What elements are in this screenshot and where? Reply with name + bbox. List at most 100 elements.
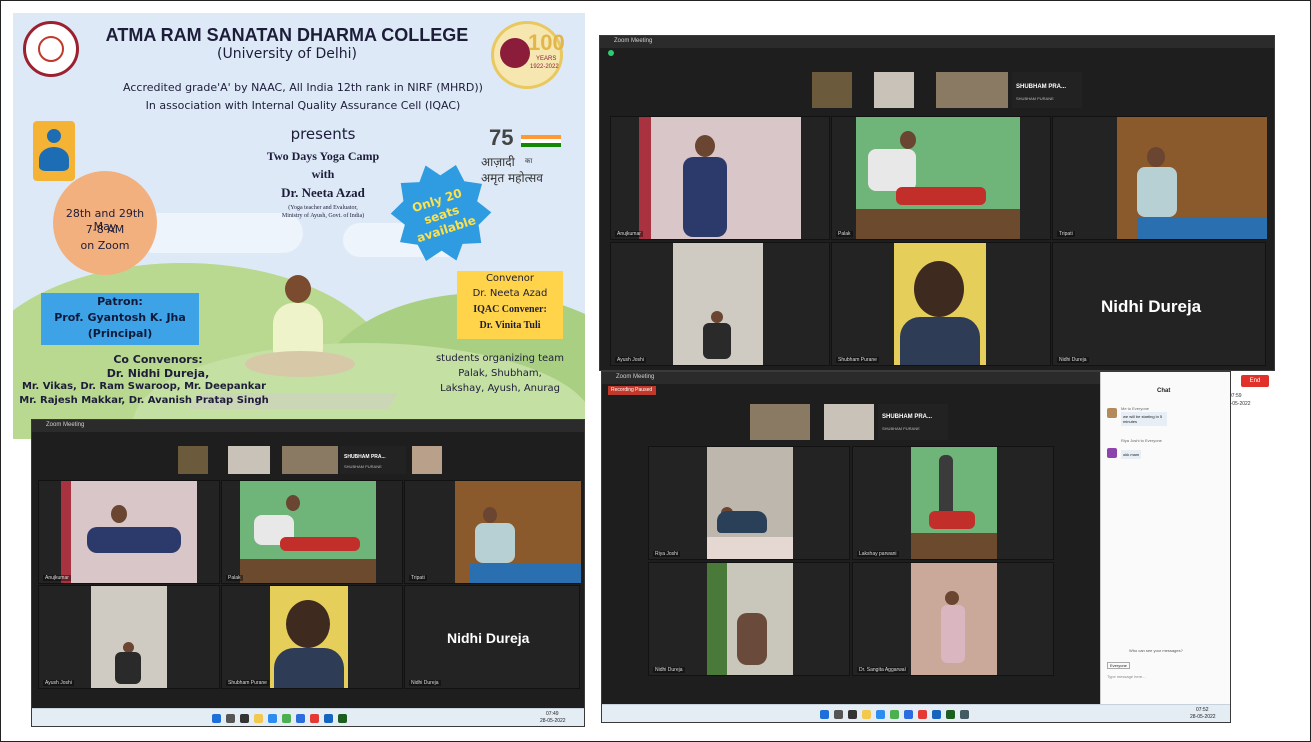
iqac-name: Dr. Vinita Tuli xyxy=(479,320,541,331)
centenary-logo: 100 YEARS 1922-2022 xyxy=(491,21,565,89)
edge-icon[interactable] xyxy=(268,714,277,723)
video-tile[interactable]: Palak xyxy=(221,480,403,584)
search-icon[interactable] xyxy=(226,714,235,723)
video-feed xyxy=(673,243,763,365)
logo-range: 1922-2022 xyxy=(530,64,559,70)
excel-icon[interactable] xyxy=(946,710,955,719)
curtain xyxy=(61,481,71,583)
chat-message: we will be starting in 5 minutes xyxy=(1121,412,1167,426)
video-tile[interactable]: Tripati xyxy=(404,480,581,584)
participant-thumb[interactable] xyxy=(812,72,852,108)
yoga-camp-poster: 100 YEARS 1922-2022 ATMA RAM SANATAN DHA… xyxy=(13,13,585,439)
app-icon[interactable] xyxy=(918,710,927,719)
tile-caption: Palak xyxy=(836,231,853,237)
person-head xyxy=(111,505,127,523)
video-tile[interactable]: Ayush Joshi xyxy=(610,242,830,366)
window-titlebar[interactable]: Zoom Meeting xyxy=(32,420,584,432)
strip-name: SHUBHAM PRA... xyxy=(344,454,386,460)
participant-thumb[interactable] xyxy=(750,404,810,440)
person-body xyxy=(900,317,980,365)
person-legs xyxy=(280,537,360,551)
participant-thumb[interactable]: SHUBHAM PRA... SHUBHAM PURANE xyxy=(878,404,948,440)
azadi-text-ka: का xyxy=(525,157,533,165)
college-seal-icon xyxy=(23,21,79,77)
chrome-icon[interactable] xyxy=(890,710,899,719)
zoom-icon[interactable] xyxy=(904,710,913,719)
video-tile[interactable]: Shubham Purane xyxy=(831,242,1051,366)
video-tile[interactable]: Riya Joshi xyxy=(648,446,850,560)
video-tile[interactable]: Palak xyxy=(831,116,1051,240)
end-meeting-button[interactable]: End xyxy=(1241,375,1269,387)
video-tile[interactable]: Nidhi Dureja Nidhi Dureja xyxy=(404,585,580,689)
tile-caption: Tripati xyxy=(409,575,427,581)
zoom-window-bottom-left[interactable]: Zoom Meeting SHUBHAM PRA... SHUBHAM PURA… xyxy=(31,419,585,727)
avatar xyxy=(1107,408,1117,418)
tile-caption: Anujkumar xyxy=(43,575,71,581)
search-icon[interactable] xyxy=(834,710,843,719)
zoom-window-top[interactable]: Zoom Meeting SHUBHAM PRA... SHUBHAM PURA… xyxy=(599,35,1275,371)
video-tile[interactable]: Nidhi Dureja Nidhi Dureja xyxy=(1052,242,1266,366)
participant-thumb[interactable] xyxy=(412,446,442,474)
video-tile[interactable]: Lakshay parwani xyxy=(852,446,1054,560)
video-tile[interactable]: Tripati xyxy=(1052,116,1267,240)
recording-paused-badge[interactable]: Recording Paused xyxy=(608,386,656,395)
video-tile[interactable]: Anujkumar xyxy=(38,480,220,584)
video-tile[interactable]: Shubham Purane xyxy=(221,585,403,689)
zoom-window-bottom-right[interactable]: Zoom Meeting Recording Paused SHUBHAM PR… xyxy=(601,371,1231,723)
chat-title: Chat xyxy=(1157,388,1171,394)
excel-icon[interactable] xyxy=(338,714,347,723)
video-feed xyxy=(707,447,793,559)
video-tile[interactable]: Dr. Sangita Aggarwal xyxy=(852,562,1054,676)
du-emblem-icon xyxy=(500,38,530,68)
floor xyxy=(856,209,1020,239)
start-icon[interactable] xyxy=(212,714,221,723)
chrome-icon[interactable] xyxy=(282,714,291,723)
college-name: ATMA RAM SANATAN DHARMA COLLEGE xyxy=(105,25,469,45)
participant-thumb[interactable] xyxy=(824,404,874,440)
chat-recipient-select[interactable]: Everyone xyxy=(1107,662,1130,669)
participant-thumb[interactable] xyxy=(282,446,338,474)
video-feed xyxy=(455,481,581,583)
tile-caption: Shubham Purane xyxy=(836,357,879,363)
participant-thumb[interactable]: SHUBHAM PRA... SHUBHAM PURANE xyxy=(340,446,406,474)
person-head xyxy=(1147,147,1165,167)
task-view-icon[interactable] xyxy=(848,710,857,719)
clock-time: 07:52 xyxy=(1196,707,1209,713)
participant-thumb[interactable] xyxy=(228,446,270,474)
presents-text: presents xyxy=(290,125,356,143)
convenor-label: Convenor xyxy=(485,273,535,284)
video-tile[interactable]: Anujkumar xyxy=(610,116,830,240)
person-head xyxy=(711,311,723,323)
window-titlebar[interactable]: Zoom Meeting xyxy=(600,36,1274,48)
video-feed xyxy=(240,481,376,583)
tile-caption: Lakshay parwani xyxy=(857,551,899,557)
person-head xyxy=(695,135,715,157)
date-circle: 28th and 29th May 7-8 AM on Zoom xyxy=(53,171,157,275)
start-icon[interactable] xyxy=(820,710,829,719)
zoom-icon[interactable] xyxy=(296,714,305,723)
participant-thumb[interactable]: SHUBHAM PRA... SHUBHAM PURANE xyxy=(1012,72,1082,108)
video-feed xyxy=(894,243,986,365)
participant-thumb[interactable] xyxy=(178,446,208,474)
participant-thumb[interactable] xyxy=(874,72,914,108)
task-view-icon[interactable] xyxy=(240,714,249,723)
edge-icon[interactable] xyxy=(876,710,885,719)
chat-visibility-hint[interactable]: Who can see your messages? xyxy=(1129,648,1183,653)
strip-name: SHUBHAM PRA... xyxy=(1016,84,1067,90)
person-body xyxy=(868,149,916,191)
app-icon[interactable] xyxy=(310,714,319,723)
settings-icon[interactable] xyxy=(960,710,969,719)
folder-icon[interactable] xyxy=(254,714,263,723)
video-tile[interactable]: Nidhi Dureja xyxy=(648,562,850,676)
coconvenor-name: Mr. Rajesh Makkar, Dr. Avanish Pratap Si… xyxy=(19,395,269,406)
team-names: Palak, Shubham, xyxy=(458,368,542,379)
shield-icon[interactable] xyxy=(608,50,614,56)
word-icon[interactable] xyxy=(932,710,941,719)
chat-input[interactable]: Type message here... xyxy=(1107,674,1145,679)
video-tile[interactable]: Ayush Joshi xyxy=(38,585,220,689)
person-body xyxy=(683,157,727,237)
word-icon[interactable] xyxy=(324,714,333,723)
participant-name: Nidhi Dureja xyxy=(447,630,530,646)
participant-thumb[interactable] xyxy=(936,72,1008,108)
folder-icon[interactable] xyxy=(862,710,871,719)
